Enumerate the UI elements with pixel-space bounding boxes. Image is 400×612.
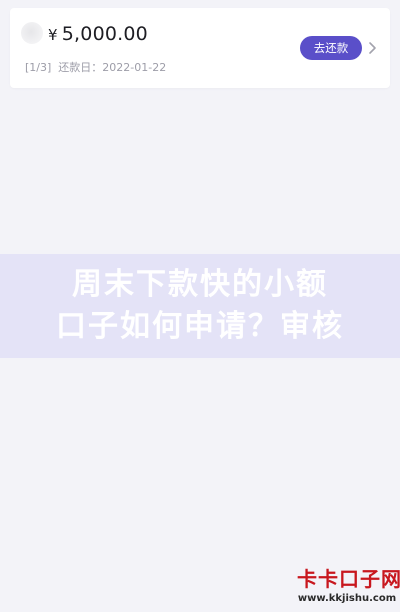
- site-watermark: 卡卡口子网 www.kkjishu.com: [297, 566, 400, 608]
- chevron-right-icon[interactable]: [366, 40, 380, 56]
- article-title-banner: 周末下款快的小额 口子如何申请？审核: [0, 254, 400, 358]
- article-title-line-2: 口子如何申请？审核: [56, 309, 344, 344]
- app-logo: [21, 22, 43, 44]
- loan-amount: ¥5,000.00: [48, 22, 148, 46]
- amount-value: 5,000.00: [61, 23, 148, 45]
- article-title-line-1: 周末下款快的小额: [72, 267, 328, 302]
- watermark-url: www.kkjishu.com: [297, 593, 397, 604]
- watermark-text: 卡卡口子网: [297, 567, 400, 591]
- installment-index: [1/3]: [25, 61, 52, 74]
- article-title: 周末下款快的小额 口子如何申请？审核: [0, 264, 400, 348]
- repay-button[interactable]: 去还款: [300, 36, 362, 60]
- due-date: 2022-01-22: [102, 61, 167, 74]
- currency-symbol: ¥: [48, 26, 58, 44]
- loan-card[interactable]: ¥5,000.00 [1/3] 还款日：2022-01-22 去还款: [10, 8, 390, 88]
- repayment-info: [1/3] 还款日：2022-01-22: [25, 60, 166, 76]
- due-label: 还款日：: [58, 61, 103, 74]
